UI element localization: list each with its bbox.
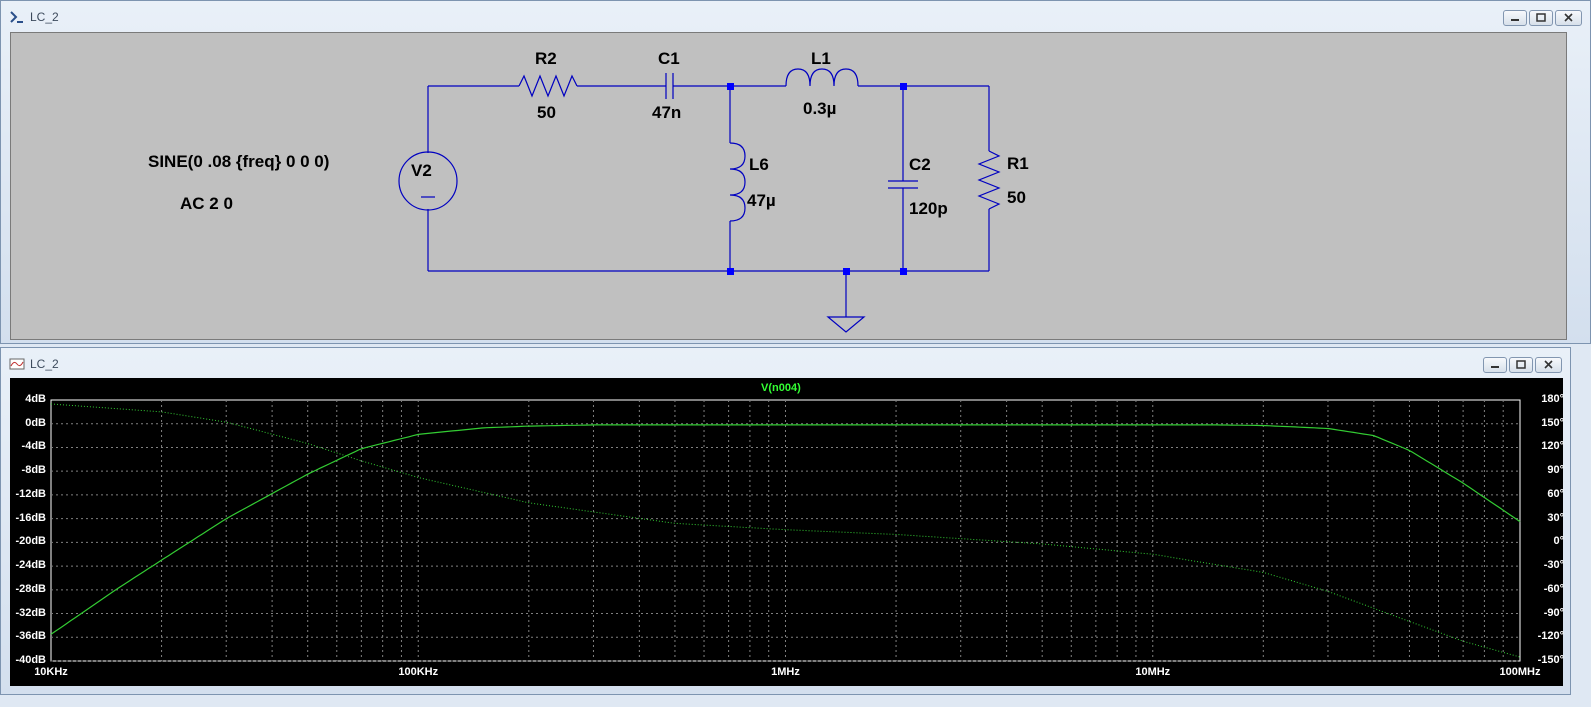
source-sine-directive[interactable]: SINE(0 .08 {freq} 0 0 0) <box>148 152 329 172</box>
phase-tick-label: -150° <box>1537 654 1564 666</box>
phase-tick-label: -120° <box>1537 630 1564 643</box>
y-tick-label: 0dB <box>25 416 46 429</box>
l6-value[interactable]: 47µ <box>747 191 776 211</box>
phase-tick-label: -90° <box>1543 606 1564 619</box>
minimize-icon <box>1511 19 1519 21</box>
phase-tick-label: 60° <box>1547 487 1564 500</box>
minimize-icon <box>1491 366 1499 368</box>
phase-tick-label: 30° <box>1547 511 1564 524</box>
schematic-titlebar[interactable]: LC_2 <box>1 1 1590 32</box>
source-ac-directive[interactable]: AC 2 0 <box>180 194 233 214</box>
restore-button[interactable] <box>1509 357 1533 373</box>
close-button[interactable] <box>1555 10 1582 26</box>
y-tick-label: -8dB <box>21 464 46 477</box>
y-tick-label: -40dB <box>15 654 46 666</box>
phase-tick-label: -60° <box>1543 582 1564 595</box>
c1-ref[interactable]: C1 <box>658 49 680 69</box>
junction-node <box>900 268 907 275</box>
c2-value[interactable]: 120p <box>909 199 948 219</box>
y-tick-label: -16dB <box>15 511 46 524</box>
capacitor-c1-symbol <box>665 73 674 99</box>
r2-value[interactable]: 50 <box>537 103 556 123</box>
waveform-window: LC_2 V(n004) 4dB 0dB -4dB -8dB -12dB -16dB -20… <box>0 347 1571 695</box>
y-tick-label: -20dB <box>15 535 46 548</box>
l1-ref[interactable]: L1 <box>811 49 831 69</box>
r1-value[interactable]: 50 <box>1007 188 1026 208</box>
r1-ref[interactable]: R1 <box>1007 154 1029 174</box>
y-tick-label: -12dB <box>15 487 46 500</box>
x-tick-label: 100KHz <box>398 666 439 678</box>
junction-node <box>843 268 850 275</box>
c1-value[interactable]: 47n <box>652 103 681 123</box>
phase-tick-label: 90° <box>1547 464 1564 477</box>
waveform-viewer-icon <box>9 358 25 370</box>
phase-tick-label: 180° <box>1541 393 1564 405</box>
close-icon <box>1544 360 1553 369</box>
restore-button[interactable] <box>1529 10 1553 26</box>
ltspice-schematic-icon <box>10 11 23 23</box>
waveform-titlebar[interactable]: LC_2 <box>1 348 1570 379</box>
resistor-r2-symbol <box>518 74 578 98</box>
x-tick-label: 10MHz <box>1135 666 1171 678</box>
y-tick-label: -32dB <box>15 606 46 619</box>
schematic-title: LC_2 <box>30 10 59 24</box>
resistor-r1-symbol <box>977 150 1001 210</box>
restore-icon <box>1516 360 1526 369</box>
l1-value[interactable]: 0.3µ <box>803 99 836 119</box>
inductor-l6-symbol <box>729 142 746 222</box>
schematic-window: LC_2 SINE(0 .08 {freq} 0 0 0) AC 2 0 V2 … <box>0 0 1591 344</box>
y-tick-label: -4dB <box>21 440 46 453</box>
capacitor-c2-symbol <box>888 180 918 189</box>
minimize-button[interactable] <box>1503 10 1527 26</box>
y-tick-label: -36dB <box>15 630 46 643</box>
circuit-diagram <box>398 68 1001 333</box>
l6-ref[interactable]: L6 <box>749 155 769 175</box>
junction-node <box>727 83 734 90</box>
junction-node <box>727 268 734 275</box>
r2-ref[interactable]: R2 <box>535 49 557 69</box>
inductor-l1-symbol <box>785 68 859 87</box>
y-tick-label: 4dB <box>25 393 46 405</box>
y-tick-label: -24dB <box>15 559 46 572</box>
phase-tick-label: 150° <box>1541 416 1564 429</box>
c2-ref[interactable]: C2 <box>909 155 931 175</box>
waveform-title: LC_2 <box>30 357 59 371</box>
restore-icon <box>1536 13 1546 22</box>
minimize-button[interactable] <box>1483 357 1507 373</box>
source-v2-label[interactable]: V2 <box>411 161 432 181</box>
waveform-plot-area[interactable]: V(n004) 4dB 0dB -4dB -8dB -12dB -16dB -20dB -24… <box>10 378 1564 686</box>
phase-tick-label: -30° <box>1543 559 1564 572</box>
ground-symbol <box>826 316 866 333</box>
junction-node <box>900 83 907 90</box>
close-button[interactable] <box>1535 357 1562 373</box>
x-tick-label: 100MHz <box>1499 666 1541 678</box>
x-tick-label: 1MHz <box>771 666 800 678</box>
phase-tick-label: 0° <box>1553 535 1564 548</box>
x-tick-label: 10KHz <box>34 666 68 678</box>
y-tick-label: -28dB <box>15 582 46 595</box>
schematic-canvas[interactable]: SINE(0 .08 {freq} 0 0 0) AC 2 0 V2 R2 50… <box>10 32 1567 340</box>
close-icon <box>1564 13 1573 22</box>
phase-tick-label: 120° <box>1541 440 1564 453</box>
bode-plot <box>50 399 1521 662</box>
